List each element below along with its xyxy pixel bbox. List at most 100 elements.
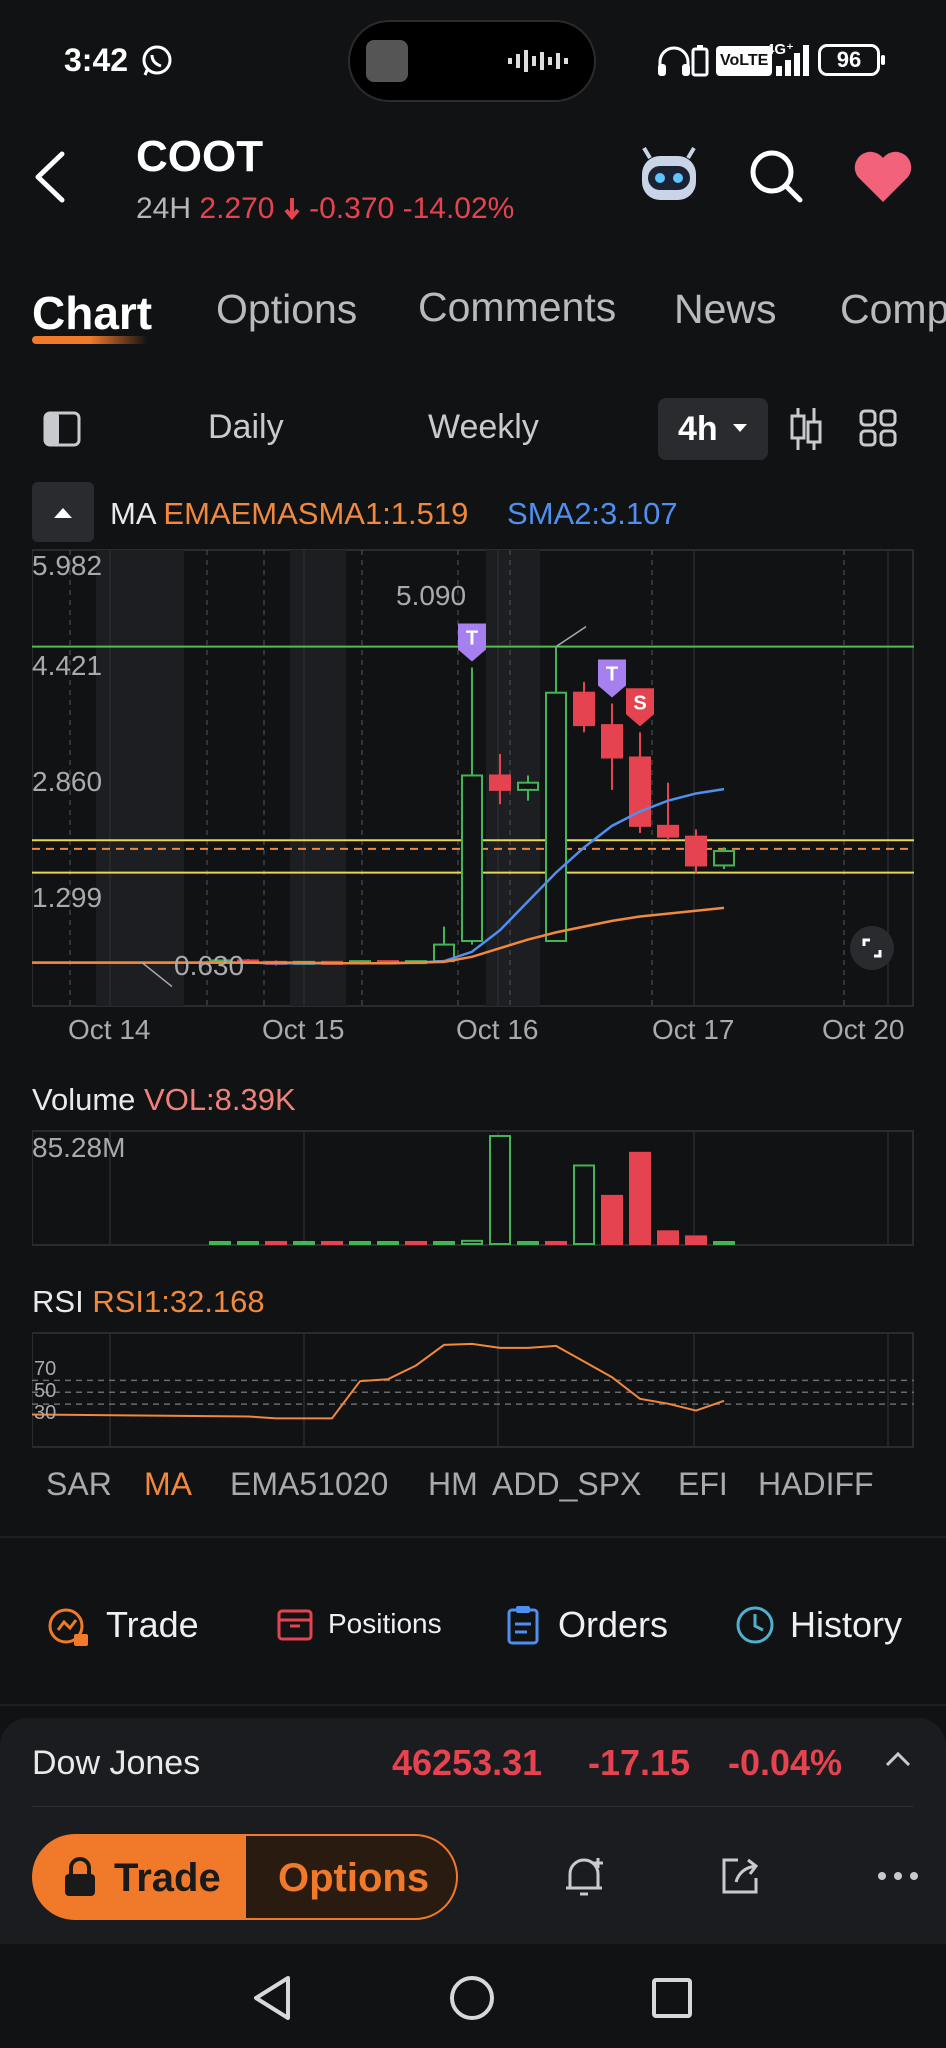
session-band-0	[96, 550, 184, 1006]
candle-body-10	[489, 774, 511, 791]
volume-bar-13	[573, 1164, 595, 1245]
indicator-sar[interactable]: SAR	[46, 1466, 112, 1503]
candle-body-16	[657, 824, 679, 838]
rsi-label: RSI	[32, 1284, 84, 1319]
x-tick-oct20: Oct 20	[822, 1014, 905, 1045]
whatsapp-icon	[142, 45, 172, 76]
sidebar-toggle-icon[interactable]	[42, 410, 82, 448]
search-icon[interactable]	[748, 148, 804, 204]
period-weekly[interactable]: Weekly	[428, 408, 539, 447]
candle-body-18	[713, 850, 735, 867]
robot-assistant-icon[interactable]	[636, 146, 702, 204]
y-tick-2: 4.421	[32, 650, 103, 681]
period-daily[interactable]: Daily	[208, 408, 284, 447]
tab-options[interactable]: Options	[216, 286, 357, 333]
indicator-add-spx[interactable]: ADD_SPX	[492, 1466, 641, 1503]
volume-chart[interactable]	[32, 1130, 914, 1246]
volume-bar-18	[713, 1241, 735, 1245]
caret-up-icon	[54, 508, 72, 518]
battery-saver-icon	[691, 45, 709, 77]
positions-tab[interactable]: Positions	[328, 1608, 442, 1640]
candle-body-11	[517, 781, 539, 791]
volte-badge: VoLTE	[716, 46, 773, 76]
orders-tab[interactable]: Orders	[558, 1604, 668, 1646]
volume-bar-16	[657, 1230, 679, 1246]
volume-bar-14	[601, 1194, 623, 1246]
lock-icon	[65, 1857, 95, 1896]
volume-bar-3	[293, 1241, 315, 1245]
chevron-up-icon[interactable]	[884, 1750, 912, 1768]
island-app-thumbnail	[366, 40, 408, 82]
volume-bar-5	[349, 1241, 371, 1245]
nav-recents-icon[interactable]	[650, 1976, 694, 2020]
x-tick-oct17: Oct 17	[652, 1014, 735, 1045]
price-change: -0.370	[309, 192, 395, 225]
positions-icon	[277, 1609, 313, 1641]
candlestick-type-icon[interactable]	[788, 404, 824, 454]
volume-frame	[32, 1130, 914, 1246]
high-leader-line	[555, 626, 587, 648]
options-button-label: Options	[278, 1856, 430, 1900]
candle-body-13	[573, 691, 595, 727]
x-tick-oct15: Oct 15	[262, 1014, 345, 1045]
trade-lock-icon	[48, 1608, 88, 1646]
candle-body-9	[461, 774, 483, 942]
ma-label: MA	[110, 496, 155, 531]
nav-home-icon[interactable]	[448, 1974, 496, 2022]
signal-marker-label-0: T	[466, 628, 478, 650]
volume-bar-12	[545, 1241, 567, 1245]
tab-comp[interactable]: Comp	[840, 286, 946, 332]
volume-bar-6	[377, 1241, 399, 1245]
market-index-change: -17.15	[588, 1742, 691, 1783]
indicator-ema51020[interactable]: EMA51020	[230, 1466, 388, 1503]
y-tick-3: 2.860	[32, 766, 103, 797]
history-tab[interactable]: History	[790, 1604, 902, 1646]
tab-chart[interactable]: Chart	[32, 286, 152, 340]
trade-tab[interactable]: Trade	[106, 1604, 199, 1646]
favorite-heart-icon[interactable]	[852, 150, 914, 204]
collapse-indicators-button[interactable]	[32, 482, 94, 542]
nav-back-icon[interactable]	[250, 1974, 294, 2022]
volume-value: VOL:8.39K	[144, 1082, 296, 1117]
audio-waveform-icon	[508, 50, 568, 72]
status-time: 3:42	[64, 42, 129, 78]
indicator-ma[interactable]: MA	[144, 1466, 192, 1503]
price-change-pct: -14.02%	[402, 192, 515, 225]
layout-grid-icon[interactable]	[858, 408, 898, 448]
fullscreen-button[interactable]	[850, 926, 894, 970]
volume-bar-4	[321, 1241, 343, 1245]
more-menu-icon[interactable]	[876, 1870, 920, 1882]
y-tick-4: 1.299	[32, 882, 103, 913]
orders-icon	[507, 1606, 539, 1645]
active-tab-indicator	[32, 336, 148, 344]
quote-line: 24H 2.270 -0.370 -14.02%	[136, 192, 514, 226]
signal-marker-label-1: T	[606, 664, 618, 686]
candle-body-17	[685, 835, 707, 867]
signal-marker-label-2: S	[633, 692, 646, 714]
market-index-name: Dow Jones	[32, 1744, 201, 1782]
period-4h-dropdown[interactable]: 4h	[658, 398, 768, 460]
indicator-hadiff[interactable]: HADIFF	[758, 1466, 874, 1503]
tab-news[interactable]: News	[674, 286, 777, 333]
volume-bar-8	[433, 1241, 455, 1245]
high-annotation: 5.090	[396, 580, 467, 611]
period-label: 24H	[136, 192, 192, 225]
price-alert-bell-icon[interactable]	[562, 1852, 608, 1900]
indicator-efi[interactable]: EFI	[678, 1466, 728, 1503]
volume-bar-2	[265, 1241, 287, 1245]
candle-body-12	[545, 691, 567, 942]
price-chart[interactable]: TTS	[32, 548, 914, 1008]
indicator-hm[interactable]: HM	[428, 1466, 478, 1502]
volume-bar-11	[517, 1241, 539, 1245]
y-tick-1: 5.982	[32, 550, 103, 581]
period-4h-label: 4h	[678, 410, 718, 448]
indicator-divider	[0, 1536, 946, 1538]
back-icon[interactable]	[32, 150, 68, 204]
rsi-value: RSI1:32.168	[92, 1284, 265, 1319]
tab-comments[interactable]: Comments	[418, 284, 616, 331]
volume-bar-0	[209, 1241, 231, 1245]
rsi-chart[interactable]	[32, 1332, 914, 1448]
headphones-icon	[658, 46, 690, 76]
share-icon[interactable]	[718, 1854, 764, 1898]
volume-label: Volume	[32, 1082, 136, 1117]
